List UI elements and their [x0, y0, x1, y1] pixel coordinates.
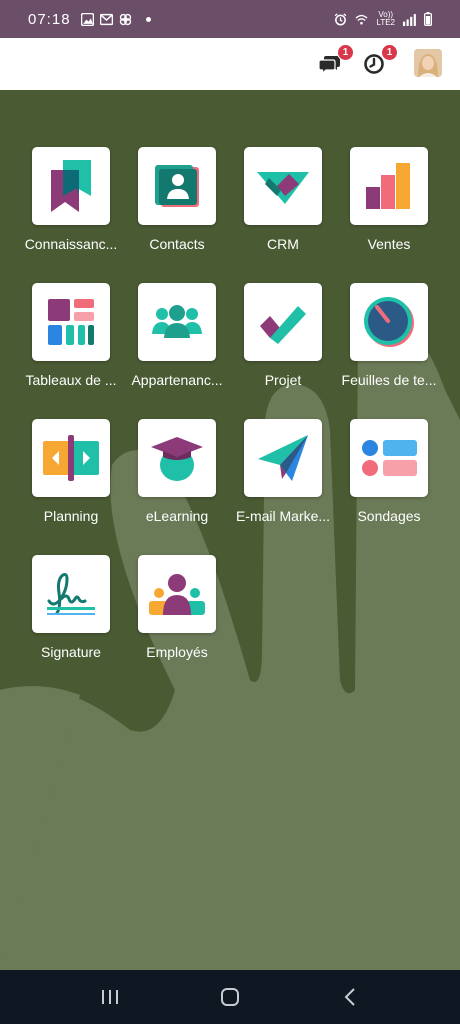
- top-bar: 1 1: [0, 38, 460, 90]
- app-label: Connaissanc...: [24, 236, 118, 252]
- project-tile[interactable]: [244, 283, 322, 361]
- app-label: Contacts: [149, 236, 205, 252]
- user-avatar[interactable]: [414, 49, 442, 77]
- knowledge-icon: [51, 160, 91, 212]
- dashboards-icon: [48, 299, 94, 345]
- app-planning[interactable]: Planning: [18, 419, 124, 524]
- app-label: Sondages: [357, 508, 421, 524]
- app-label: Planning: [43, 508, 99, 524]
- signature-tile[interactable]: [32, 555, 110, 633]
- app-home: Connaissanc... Contacts CRM Ventes Table…: [0, 90, 460, 970]
- app-label: Feuilles de te...: [341, 372, 437, 388]
- battery-icon: [424, 12, 432, 26]
- app-label: eLearning: [145, 508, 209, 524]
- status-bar: 07:18 Vo)) LTE2: [0, 0, 460, 38]
- recent-apps-button[interactable]: [90, 977, 130, 1017]
- crm-tile[interactable]: [244, 147, 322, 225]
- app-label: Tableaux de ...: [25, 372, 117, 388]
- app-contacts[interactable]: Contacts: [124, 147, 230, 252]
- avatar-image: [414, 49, 442, 77]
- app-label: Projet: [264, 372, 302, 388]
- app-label: CRM: [267, 236, 299, 252]
- back-button[interactable]: [330, 977, 370, 1017]
- elearning-tile[interactable]: [138, 419, 216, 497]
- knowledge-tile[interactable]: [32, 147, 110, 225]
- planning-icon: [43, 435, 99, 481]
- home-button[interactable]: [210, 977, 250, 1017]
- signal-icon: [403, 13, 416, 26]
- activities-badge: 1: [381, 44, 398, 61]
- alarm-icon: [335, 12, 347, 25]
- app-timesheets[interactable]: Feuilles de te...: [336, 283, 442, 388]
- recents-icon: [102, 990, 118, 1004]
- app-label: E-mail Marke...: [235, 508, 331, 524]
- app-project[interactable]: Projet: [230, 283, 336, 388]
- sales-icon: [366, 163, 410, 209]
- app-email-marketing[interactable]: E-mail Marke...: [230, 419, 336, 524]
- timesheets-tile[interactable]: [350, 283, 428, 361]
- app-label: Ventes: [367, 236, 411, 252]
- members-tile[interactable]: [138, 283, 216, 361]
- email-marketing-icon: [258, 435, 308, 481]
- app-surveys[interactable]: Sondages: [336, 419, 442, 524]
- status-time: 07:18: [28, 10, 71, 28]
- members-icon: [152, 305, 202, 338]
- employees-tile[interactable]: [138, 555, 216, 633]
- elearning-icon: [151, 437, 203, 481]
- network-type: Vo)) LTE2: [376, 11, 395, 27]
- app-dashboards[interactable]: Tableaux de ...: [18, 283, 124, 388]
- signature-icon: [47, 573, 95, 615]
- system-nav-bar: [0, 970, 460, 1024]
- gmail-icon: [99, 13, 113, 25]
- surveys-icon: [362, 440, 417, 476]
- lte-label: LTE2: [376, 18, 395, 27]
- timesheets-icon: [364, 297, 414, 347]
- notification-dot: [145, 16, 151, 22]
- contacts-icon: [155, 165, 199, 207]
- app-label: Signature: [41, 644, 101, 660]
- app-employees[interactable]: Employés: [124, 555, 230, 660]
- home-icon: [221, 988, 239, 1006]
- activities-button[interactable]: 1: [360, 44, 398, 78]
- project-icon: [260, 306, 306, 344]
- gallery-icon: [80, 12, 94, 26]
- app-crm[interactable]: CRM: [230, 147, 336, 252]
- crm-icon: [257, 172, 309, 204]
- app-sales[interactable]: Ventes: [336, 147, 442, 252]
- app-elearning[interactable]: eLearning: [124, 419, 230, 524]
- app-label: Employés: [146, 644, 208, 660]
- contacts-tile[interactable]: [138, 147, 216, 225]
- messages-badge: 1: [337, 44, 354, 61]
- wifi-icon: [355, 14, 368, 25]
- planning-tile[interactable]: [32, 419, 110, 497]
- email-marketing-tile[interactable]: [244, 419, 322, 497]
- sales-tile[interactable]: [350, 147, 428, 225]
- messages-button[interactable]: 1: [316, 44, 354, 78]
- app-members[interactable]: Appartenanc...: [124, 283, 230, 388]
- employees-icon: [149, 574, 205, 615]
- app-label: Appartenanc...: [131, 372, 223, 388]
- surveys-tile[interactable]: [350, 419, 428, 497]
- app-signature[interactable]: Signature: [18, 555, 124, 660]
- dashboards-tile[interactable]: [32, 283, 110, 361]
- back-icon: [344, 988, 355, 1006]
- app-knowledge[interactable]: Connaissanc...: [18, 147, 124, 252]
- pinwheel-icon: [119, 13, 131, 25]
